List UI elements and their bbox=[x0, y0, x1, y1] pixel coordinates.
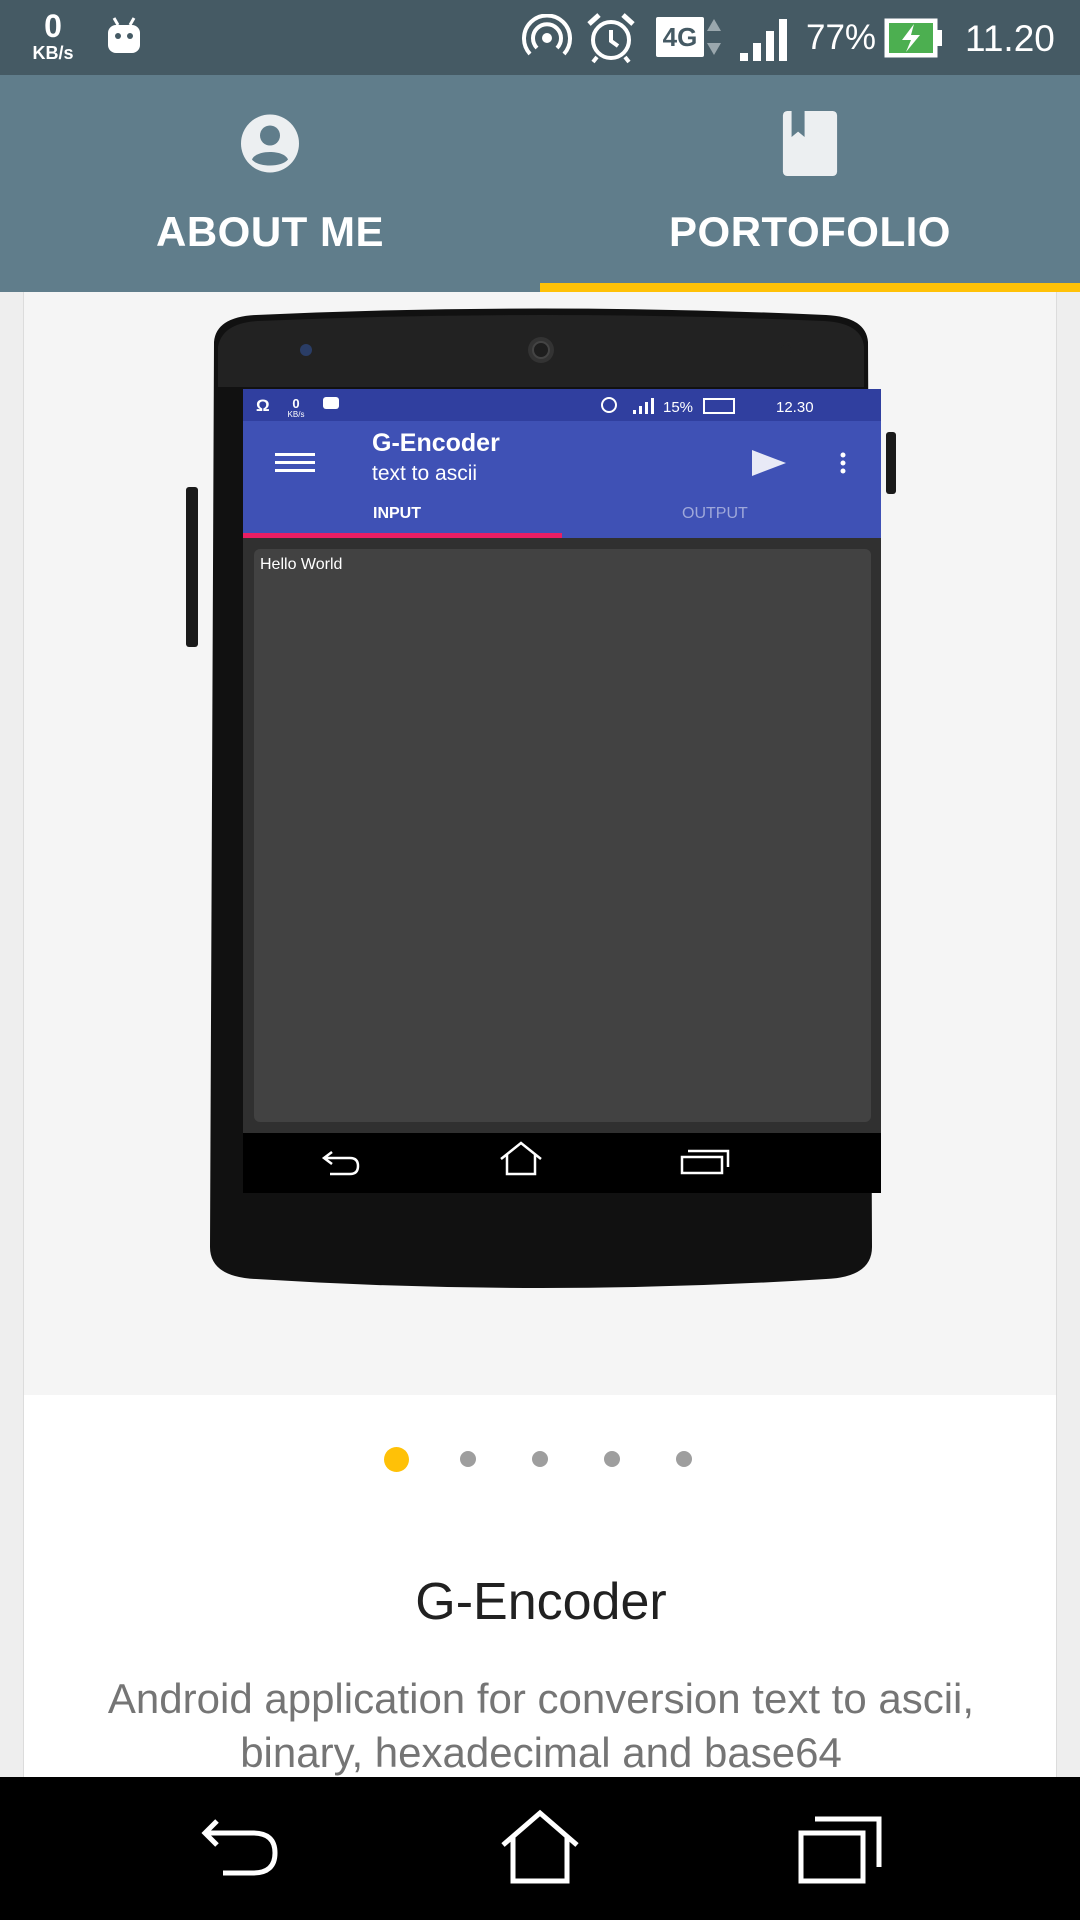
phone-tab-output: OUTPUT bbox=[682, 505, 748, 522]
tab-about-me-label: ABOUT ME bbox=[156, 208, 384, 255]
carousel-dot-2[interactable] bbox=[460, 1451, 476, 1467]
phone-app-subtitle: text to ascii bbox=[372, 462, 477, 485]
navigation-bar bbox=[0, 1777, 1080, 1920]
network-type-badge: 4G bbox=[656, 17, 704, 57]
tab-selected-indicator bbox=[540, 283, 1080, 292]
alarm-icon bbox=[587, 13, 635, 64]
phone-clock: 12.30 bbox=[776, 399, 814, 416]
book-icon bbox=[782, 111, 838, 176]
project-card: Ω 0 KB/s 15% 12.30 G-Encoder text to asc… bbox=[23, 292, 1057, 1777]
project-title: G-Encoder bbox=[415, 1573, 667, 1631]
carousel-dot-5[interactable] bbox=[676, 1451, 692, 1467]
app-screenshot: Ω 0 KB/s 15% 12.30 G-Encoder text to asc… bbox=[186, 308, 896, 1288]
recents-icon[interactable] bbox=[795, 1807, 885, 1887]
status-bar: 0 KB/s 4G 77% 11.20 bbox=[0, 0, 1080, 75]
network-speed: 0 KB/s bbox=[26, 10, 80, 62]
phone-headset-icon: Ω bbox=[256, 396, 270, 415]
signal-icon bbox=[740, 19, 787, 61]
network-speed-unit: KB/s bbox=[32, 43, 74, 63]
carousel-dot-3[interactable] bbox=[532, 1451, 548, 1467]
carousel-dot-1[interactable] bbox=[384, 1447, 409, 1472]
phone-input-text: Hello World bbox=[260, 556, 342, 573]
carousel-dot-4[interactable] bbox=[604, 1451, 620, 1467]
back-icon[interactable] bbox=[195, 1807, 285, 1887]
home-icon[interactable] bbox=[495, 1807, 585, 1887]
phone-menu-icon bbox=[275, 453, 315, 472]
phone-tab-input: INPUT bbox=[373, 505, 421, 522]
account-circle-icon bbox=[241, 114, 299, 173]
battery-charging-icon bbox=[884, 18, 942, 58]
phone-net-speed-unit: KB/s bbox=[288, 410, 305, 419]
network-speed-value: 0 bbox=[44, 8, 62, 44]
android-icon bbox=[108, 17, 140, 53]
tab-portfolio[interactable]: PORTOFOLIO bbox=[540, 75, 1080, 292]
carousel-indicator bbox=[24, 1444, 1056, 1474]
tab-bar: ABOUT ME PORTOFOLIO bbox=[0, 75, 1080, 292]
tab-portfolio-label: PORTOFOLIO bbox=[669, 208, 951, 255]
project-description: Android application for conversion text … bbox=[107, 1675, 975, 1776]
phone-android-icon bbox=[323, 397, 339, 409]
tab-about-me[interactable]: ABOUT ME bbox=[0, 75, 540, 292]
phone-net-speed-value: 0 bbox=[292, 396, 299, 411]
data-arrows-icon bbox=[707, 19, 721, 55]
hotspot-icon bbox=[522, 14, 572, 56]
phone-battery-percent: 15% bbox=[663, 399, 693, 416]
battery-percent: 77% bbox=[806, 18, 877, 57]
phone-more-icon bbox=[840, 452, 846, 474]
phone-app-title: G-Encoder bbox=[372, 429, 500, 457]
clock: 11.20 bbox=[965, 18, 1055, 59]
image-carousel[interactable]: Ω 0 KB/s 15% 12.30 G-Encoder text to asc… bbox=[24, 292, 1056, 1395]
